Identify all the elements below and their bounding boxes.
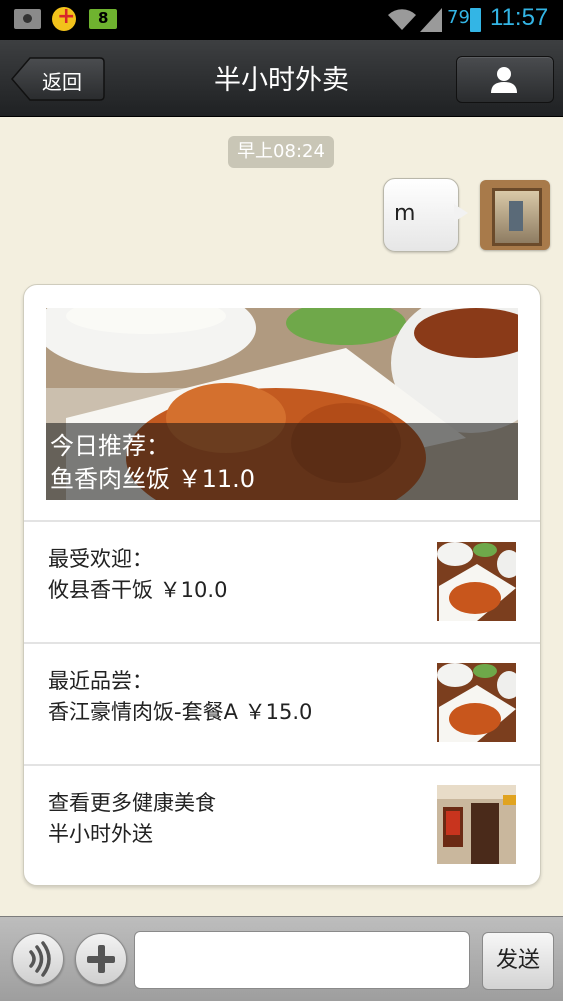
menu-item-name-price: 攸县香干饭 ￥10.0 (48, 578, 228, 602)
title-bar: 返回 半小时外卖 (0, 40, 563, 117)
menu-item-popular[interactable]: 最受欢迎： 攸县香干饭 ￥10.0 (24, 520, 540, 642)
avatar[interactable] (480, 180, 550, 250)
message-input[interactable] (134, 931, 470, 989)
featured-dish-name-price: 鱼香肉丝饭 ￥11.0 (50, 465, 256, 493)
message-text: m (394, 201, 416, 226)
menu-item-title: 最近品尝： (48, 669, 153, 693)
featured-dish[interactable]: 今日推荐： 鱼香肉丝饭 ￥11.0 (46, 308, 518, 500)
person-icon (491, 67, 517, 93)
clock: 11:57 (490, 4, 549, 31)
featured-dish-title: 今日推荐： (50, 432, 170, 460)
menu-item-recent[interactable]: 最近品尝： 香江豪情肉饭-套餐A ￥15.0 (24, 642, 540, 764)
menu-item-subtitle: 半小时外送 (48, 822, 153, 846)
food-dish-thumbnail (437, 663, 516, 742)
message-timestamp: 早上08:24 (228, 136, 334, 168)
battery-app-icon: 8 (89, 9, 117, 29)
restaurant-storefront-thumbnail (437, 785, 516, 864)
message-bubble[interactable]: m (383, 178, 459, 252)
voice-icon (29, 941, 51, 977)
message-input-bar: 发送 (0, 916, 563, 1001)
menu-item-text: 最受欢迎： 攸县香干饭 ￥10.0 (48, 544, 227, 606)
menu-card: 今日推荐： 鱼香肉丝饭 ￥11.0 最受欢迎： 攸县香干饭 ￥10.0 最近品尝… (23, 284, 541, 886)
wifi-icon (388, 9, 416, 31)
status-bar: 8 79 11:57 (0, 0, 563, 40)
battery-app-digit: 8 (98, 9, 109, 27)
menu-item-name-price: 香江豪情肉饭-套餐A ￥15.0 (48, 700, 313, 724)
profile-button[interactable] (456, 56, 554, 103)
featured-dish-caption: 今日推荐： 鱼香肉丝饭 ￥11.0 (50, 430, 255, 496)
signal-icon (420, 8, 442, 32)
game-icon (52, 4, 76, 31)
menu-item-more[interactable]: 查看更多健康美食 半小时外送 (24, 764, 540, 885)
menu-item-title: 最受欢迎： (48, 547, 153, 571)
food-dish-thumbnail (437, 542, 516, 621)
menu-item-text: 查看更多健康美食 半小时外送 (48, 788, 216, 850)
send-button[interactable]: 发送 (482, 932, 554, 990)
battery-icon (470, 8, 481, 32)
menu-item-title: 查看更多健康美食 (48, 791, 216, 815)
plus-button[interactable] (75, 933, 127, 985)
menu-item-text: 最近品尝： 香江豪情肉饭-套餐A ￥15.0 (48, 666, 312, 728)
voice-button[interactable] (12, 933, 64, 985)
photo-icon (14, 9, 41, 29)
plus-icon (87, 945, 115, 973)
battery-percent: 79 (447, 7, 470, 28)
message-bubble-tail (454, 204, 468, 222)
